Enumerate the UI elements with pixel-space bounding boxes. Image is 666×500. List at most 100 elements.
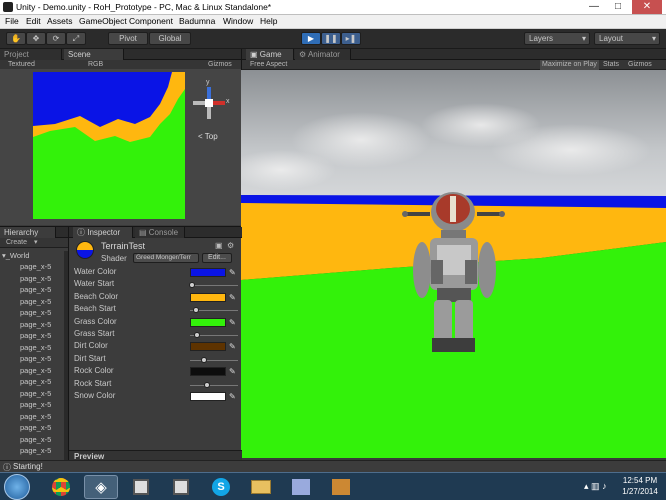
taskbar-explorer[interactable]: [244, 475, 278, 499]
tab-project[interactable]: Project: [0, 49, 62, 60]
taskbar-app-1[interactable]: [124, 475, 158, 499]
tab-console[interactable]: ▤ Console: [135, 227, 185, 238]
menu-assets[interactable]: Assets: [47, 16, 73, 26]
shader-label: Shader: [101, 254, 127, 263]
gear-icon[interactable]: ⚙: [227, 241, 234, 250]
property-label: Rock Start: [74, 378, 112, 388]
color-swatch[interactable]: [190, 392, 226, 401]
create-dropdown[interactable]: Create: [6, 238, 27, 248]
pivot-toggle[interactable]: Pivot: [108, 32, 148, 45]
taskbar-unity[interactable]: ◈: [84, 475, 118, 499]
chevron-down-icon: ▾: [34, 239, 38, 246]
hierarchy-item[interactable]: page_x-5: [20, 366, 51, 375]
hierarchy-item[interactable]: page_x-5: [20, 320, 51, 329]
hierarchy-item[interactable]: page_x-5: [20, 423, 51, 432]
game-view[interactable]: [241, 70, 666, 458]
game-gizmos-dropdown[interactable]: Gizmos: [628, 60, 652, 70]
stats-toggle[interactable]: Stats: [603, 60, 619, 70]
aspect-dropdown[interactable]: Free Aspect: [250, 60, 287, 70]
taskbar-app-3[interactable]: [284, 475, 318, 499]
scale-tool-button[interactable]: ⤢: [66, 32, 86, 45]
scene-view[interactable]: y x < Top: [0, 69, 241, 225]
slider-handle[interactable]: [192, 307, 199, 314]
tab-game[interactable]: ▣ Game: [246, 49, 294, 60]
slider-track[interactable]: [190, 285, 238, 287]
maximize-button[interactable]: □: [606, 0, 630, 14]
tab-label: Inspector: [87, 228, 121, 237]
menu-window[interactable]: Window: [223, 16, 253, 26]
step-button[interactable]: ▸❚: [341, 32, 361, 45]
eyedropper-icon[interactable]: ✎: [229, 268, 236, 277]
layers-dropdown[interactable]: Layers ▾: [524, 32, 590, 45]
hierarchy-item[interactable]: page_x-5: [20, 343, 51, 352]
hierarchy-item[interactable]: page_x-5: [20, 400, 51, 409]
menu-file[interactable]: File: [5, 16, 19, 26]
hand-tool-button[interactable]: ✋: [6, 32, 26, 45]
shader-dropdown[interactable]: Greed Monger/Terr: [133, 253, 199, 263]
edit-shader-button[interactable]: Edit...: [202, 253, 232, 263]
menu-edit[interactable]: Edit: [26, 16, 41, 26]
hierarchy-item[interactable]: page_x-5: [20, 297, 51, 306]
layout-dropdown[interactable]: Layout ▾: [594, 32, 660, 45]
taskbar-chrome[interactable]: [44, 475, 78, 499]
color-swatch[interactable]: [190, 317, 226, 327]
hierarchy-item[interactable]: page_x-5: [20, 435, 51, 444]
slider-handle[interactable]: [194, 332, 201, 338]
start-button[interactable]: [4, 474, 30, 500]
hierarchy-item[interactable]: page_x-5: [20, 331, 51, 340]
tray-icons[interactable]: ▴ ▥ ♪: [584, 481, 618, 493]
eyedropper-icon[interactable]: ✎: [229, 392, 236, 401]
scene-orientation-gizmo[interactable]: y x: [188, 75, 234, 133]
hierarchy-item[interactable]: page_x-5: [20, 446, 51, 455]
taskbar-app-4[interactable]: [324, 475, 358, 499]
hierarchy-item[interactable]: page_x-5: [20, 389, 51, 398]
hierarchy-item[interactable]: page_x-5: [20, 377, 51, 386]
material-help-icon[interactable]: ▣: [215, 241, 223, 250]
color-swatch[interactable]: [190, 292, 226, 302]
tab-label: Project: [4, 50, 29, 59]
color-swatch[interactable]: [190, 367, 226, 377]
close-button[interactable]: ✕: [632, 0, 662, 14]
rotate-tool-button[interactable]: ⟳: [46, 32, 66, 45]
color-swatch[interactable]: [190, 268, 226, 277]
hierarchy-item[interactable]: page_x-5: [20, 285, 51, 294]
move-tool-button[interactable]: ✥: [26, 32, 46, 45]
tab-hierarchy[interactable]: Hierarchy: [0, 227, 56, 238]
global-toggle[interactable]: Global: [149, 32, 191, 45]
menu-component[interactable]: Component: [129, 16, 173, 26]
menu-help[interactable]: Help: [260, 16, 277, 26]
tab-scene[interactable]: Scene: [64, 49, 124, 60]
eyedropper-icon[interactable]: ✎: [229, 318, 236, 327]
tab-inspector[interactable]: ⓘ Inspector: [73, 227, 133, 238]
taskbar-clock[interactable]: 12:54 PM 1/27/2014: [618, 475, 662, 497]
eyedropper-icon[interactable]: ✎: [229, 342, 236, 351]
hierarchy-item[interactable]: page_x-5: [20, 308, 51, 317]
menu-gameobject[interactable]: GameObject: [79, 16, 127, 26]
hierarchy-root[interactable]: ▾_World: [2, 251, 29, 260]
hierarchy-item[interactable]: page_x-5: [20, 274, 51, 283]
slider-track[interactable]: [190, 359, 238, 361]
menu-badumna[interactable]: Badumna: [179, 16, 215, 26]
taskbar-app-2[interactable]: [164, 475, 198, 499]
hierarchy-item[interactable]: page_x-5: [20, 262, 51, 271]
slider-track[interactable]: [190, 384, 238, 386]
gizmo-y-label: y: [206, 79, 210, 86]
minimize-button[interactable]: —: [582, 0, 606, 14]
slider-handle[interactable]: [201, 356, 208, 363]
slider-handle[interactable]: [189, 282, 196, 289]
shader-value: Greed Monger/Terr: [136, 254, 191, 261]
maximize-on-play-toggle[interactable]: Maximize on Play: [540, 60, 599, 70]
eyedropper-icon[interactable]: ✎: [229, 293, 236, 302]
play-button[interactable]: ▶: [301, 32, 321, 45]
color-swatch[interactable]: [190, 342, 226, 352]
unity-icon: ◈: [95, 479, 107, 496]
gizmo-x-arrow: [213, 101, 225, 105]
slider-handle[interactable]: [203, 381, 210, 388]
hierarchy-item[interactable]: page_x-5: [20, 412, 51, 421]
pause-button[interactable]: ❚❚: [321, 32, 341, 45]
hierarchy-item[interactable]: page_x-5: [20, 354, 51, 363]
taskbar-skype[interactable]: S: [204, 475, 238, 499]
tab-animator[interactable]: ⚙ Animator: [295, 49, 351, 60]
scale-icon: ⤢: [72, 34, 80, 43]
eyedropper-icon[interactable]: ✎: [229, 367, 236, 376]
